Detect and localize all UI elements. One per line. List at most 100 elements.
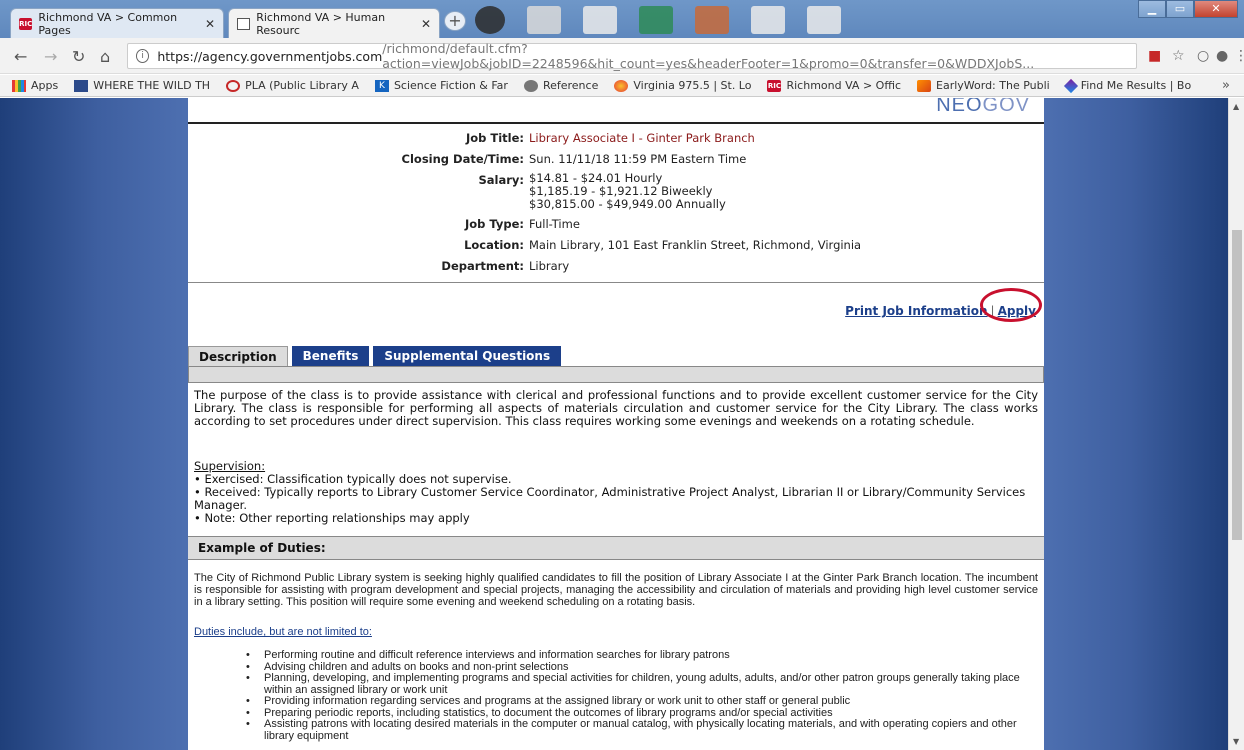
pla-icon <box>226 79 241 92</box>
bookmark-find-me[interactable]: Find Me Results | Bo <box>1063 78 1192 93</box>
bookmark-apps[interactable]: Apps <box>12 79 58 92</box>
back-arrow-icon[interactable]: ← <box>14 47 27 66</box>
findme-icon <box>1063 78 1078 93</box>
list-item-text: Planning, developing, and implementing p… <box>264 672 1020 696</box>
extension-icon[interactable]: ■ <box>1148 48 1161 64</box>
url-host: https://agency.governmentjobs.com <box>157 48 383 64</box>
info-icon[interactable]: i <box>136 49 150 63</box>
field-job-title: Job Title: Library Associate I - Ginter … <box>188 130 1044 146</box>
pdf-app-icon[interactable] <box>527 6 561 34</box>
field-job-type: Job Type: Full-Time <box>188 216 1044 232</box>
field-location: Location: Main Library, 101 East Frankli… <box>188 237 1044 253</box>
maximize-icon[interactable]: ▭ <box>1166 0 1194 18</box>
document-app-icon[interactable] <box>583 6 617 34</box>
spreadsheet-app-icon[interactable] <box>639 6 673 34</box>
tab-common-pages[interactable]: RIC Richmond VA > Common Pages ✕ <box>10 8 224 38</box>
scroll-up-icon[interactable]: ▲ <box>1233 102 1239 111</box>
divider <box>188 122 1044 124</box>
reload-icon[interactable]: ↻ <box>72 47 85 66</box>
home-icon[interactable]: ⌂ <box>100 47 110 66</box>
bookmark-label: Reference <box>542 79 599 92</box>
bookmark-earlyword[interactable]: EarlyWord: The Publi <box>917 79 1050 92</box>
browser-titlebar: RIC Richmond VA > Common Pages ✕ Richmon… <box>0 0 1244 38</box>
bookmarks-bar: Apps WHERE THE WILD TH PLA (Public Libra… <box>0 75 1244 97</box>
department-value: Library <box>529 259 570 273</box>
bookmark-where-the-wild[interactable]: WHERE THE WILD TH <box>74 79 210 92</box>
closing-date-value: Sun. 11/11/18 11:59 PM Eastern Time <box>529 152 747 166</box>
apps-icon <box>12 79 26 92</box>
bookmark-label: PLA (Public Library A <box>245 79 359 92</box>
job-type-value: Full-Time <box>529 217 580 231</box>
scroll-down-icon[interactable]: ▼ <box>1233 737 1239 746</box>
supervision-section: Supervision: • Exercised: Classification… <box>194 460 1038 525</box>
star-icon[interactable]: ☆ <box>1172 48 1185 64</box>
duties-heading: Example of Duties: <box>188 536 1044 560</box>
tab-description[interactable]: Description <box>188 346 288 366</box>
purpose-text: The purpose of the class is to provide a… <box>194 388 1038 428</box>
field-label: Closing Date/Time: <box>401 152 524 166</box>
supervision-item: • Received: Typically reports to Library… <box>194 485 1026 512</box>
new-tab-button[interactable]: + <box>444 11 466 31</box>
ric-icon: RIC <box>767 79 782 92</box>
vertical-scrollbar[interactable]: ▲ ▼ <box>1228 98 1244 750</box>
tab-benefits[interactable]: Benefits <box>291 346 370 366</box>
bookmark-richmond-offic[interactable]: RIC Richmond VA > Offic <box>767 79 901 92</box>
close-icon[interactable]: ✕ <box>421 17 431 31</box>
bookmark-pla[interactable]: PLA (Public Library A <box>226 79 359 92</box>
bookmark-virginia[interactable]: Virginia 975.5 | St. Lo <box>614 79 751 92</box>
reference-icon <box>523 79 538 92</box>
bookmark-label: Find Me Results | Bo <box>1080 79 1192 92</box>
tab-label: Richmond VA > Common Pages <box>38 10 178 37</box>
field-label: Salary: <box>478 173 524 187</box>
list-item: • Assisting patrons with locating desired… <box>246 718 1036 742</box>
close-icon[interactable]: ✕ <box>205 17 215 31</box>
minimize-icon[interactable]: ▁ <box>1138 0 1166 18</box>
list-item: • Performing routine and difficult refere… <box>246 649 730 661</box>
document-icon <box>237 17 251 30</box>
logo-part: GOV <box>982 98 1030 116</box>
extension-circle-icon[interactable]: ○ <box>1197 48 1209 64</box>
scrollbar-thumb[interactable] <box>1232 230 1242 540</box>
document-app-icon[interactable] <box>751 6 785 34</box>
neogov-logo: NEOGOV <box>936 98 1030 117</box>
document-app-icon[interactable] <box>807 6 841 34</box>
field-closing-date: Closing Date/Time: Sun. 11/11/18 11:59 P… <box>188 151 1044 167</box>
print-job-link[interactable]: Print Job Information <box>845 304 987 318</box>
forward-arrow-icon[interactable]: → <box>44 47 57 66</box>
bookmark-science-fiction[interactable]: K Science Fiction & Far <box>374 79 508 92</box>
address-bar[interactable]: i https://agency.governmentjobs.com/rich… <box>127 41 1137 71</box>
more-bookmarks-icon[interactable]: » <box>1222 78 1230 93</box>
url-path: /richmond/default.cfm?action=viewJob&job… <box>382 41 1035 71</box>
field-salary: Salary: $14.81 - $24.01 Hourly $1,185.19… <box>188 172 1044 211</box>
virginia-icon <box>614 79 629 92</box>
salary-annually: $30,815.00 - $49,949.00 Annually <box>529 197 726 211</box>
tab-human-resources[interactable]: Richmond VA > Human Resourc ✕ <box>228 8 440 38</box>
profile-icon[interactable]: ● <box>1216 48 1228 64</box>
bookmark-label: Science Fiction & Far <box>393 79 508 92</box>
list-item: • Planning, developing, and implementing … <box>246 672 1036 696</box>
supervision-item: • Note: Other reporting relationships ma… <box>194 511 470 525</box>
logo-part: NEO <box>936 98 983 116</box>
image-app-icon[interactable] <box>695 6 729 34</box>
content-tabs: Description Benefits Supplemental Questi… <box>188 346 1044 366</box>
highlight-circle <box>980 288 1042 322</box>
duties-list: • Performing routine and difficult refere… <box>246 649 1036 742</box>
field-label: Job Title: <box>465 131 524 145</box>
browser-toolbar: ← → ↻ ⌂ i https://agency.governmentjobs.… <box>0 38 1244 74</box>
duties-intro: The City of Richmond Public Library syst… <box>194 572 1038 608</box>
bookmark-reference[interactable]: Reference <box>523 79 599 92</box>
list-item: • Providing information regarding service… <box>246 695 851 707</box>
bookmark-label: Virginia 975.5 | St. Lo <box>633 79 752 92</box>
tab-panel-bar <box>188 366 1044 383</box>
window-close-icon[interactable]: ✕ <box>1194 0 1238 18</box>
field-department: Department: Library <box>188 258 1044 274</box>
earlyword-icon <box>917 79 931 92</box>
tab-supplemental-questions[interactable]: Supplemental Questions <box>373 346 562 366</box>
circle-app-icon[interactable] <box>475 6 505 34</box>
job-fields: Job Title: Library Associate I - Ginter … <box>188 130 1044 279</box>
menu-icon[interactable]: ⋮ <box>1234 48 1244 64</box>
bookmark-icon <box>74 79 89 92</box>
bookmark-label: EarlyWord: The Publi <box>936 79 1050 92</box>
ric-icon: RIC <box>19 17 33 30</box>
job-title-value: Library Associate I - Ginter Park Branch <box>529 131 755 145</box>
